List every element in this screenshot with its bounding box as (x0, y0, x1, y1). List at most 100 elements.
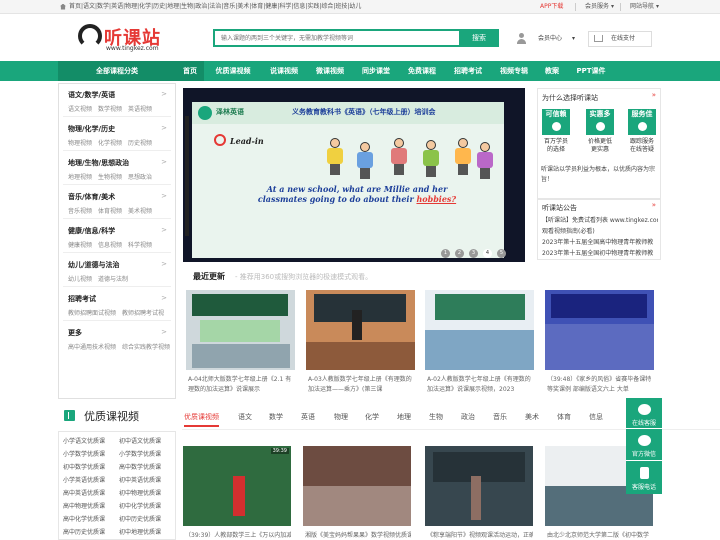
list-item[interactable]: 初中物理优质课 (119, 488, 161, 497)
online-service-button[interactable]: 在线客服 (626, 398, 662, 428)
nav-home[interactable]: 首页 (176, 61, 204, 81)
list-item[interactable]: 初中英语优质课 (119, 475, 161, 484)
feature-badge: 可信赖 (542, 109, 570, 135)
video-caption[interactable]: 湘版《美宝妈妈帮果果》数学视频优质课 (305, 530, 411, 539)
phone-button[interactable]: 客服电话 (626, 460, 662, 494)
chevron-right-icon: > (161, 158, 167, 166)
video-caption[interactable]: A-04北师大版数学七年级上册《2.1 有理数的加法运算》说课展示 (188, 375, 295, 395)
quality-section: 优质课视频 优质课视频 语文 数学 英语 物理 化学 地理 生物 政治 音乐 美… (58, 404, 720, 540)
video-caption[interactable]: （39:39）人教部数学三上《万以内加减 (185, 530, 291, 539)
member-center-label: 会员中心 (538, 35, 563, 42)
more-arrow-icon[interactable]: » (652, 201, 656, 209)
tab-physics[interactable]: 物理 (334, 412, 348, 422)
chevron-right-icon: > (161, 226, 167, 234)
list-item[interactable]: 高中历史优质课 (63, 527, 105, 536)
video-card[interactable]: （39:48）《家乡的风俗》省赛毕备课特等奖课例 部编版语文六上 大单 (545, 290, 654, 408)
tab-it[interactable]: 信息 (589, 412, 603, 422)
tab-quality[interactable]: 优质课视频 (184, 412, 219, 427)
video-thumbnail[interactable] (303, 446, 411, 526)
search-button[interactable]: 搜索 (459, 30, 499, 46)
nav-recruit-exam[interactable]: 招聘考试 (448, 61, 488, 81)
list-item[interactable]: 小学语文优质课 (63, 436, 105, 445)
all-categories-button[interactable]: 全部课程分类 (58, 61, 176, 81)
app-download-link[interactable]: APP下载 (540, 0, 563, 14)
student-figure (386, 138, 412, 176)
carousel-dot[interactable]: 3 (469, 249, 478, 258)
list-item[interactable]: 小学数学优质课 (119, 449, 161, 458)
video-thumbnail[interactable] (306, 290, 415, 370)
video-card[interactable]: A-04北师大版数学七年级上册《2.1 有理数的加法运算》说课展示 (186, 290, 295, 408)
notice-item[interactable]: 2023年第十五届全国高中物理青年教师教 (542, 237, 658, 246)
tab-music[interactable]: 音乐 (493, 412, 507, 422)
carousel-dot[interactable]: 2 (455, 249, 464, 258)
list-item[interactable]: 高中数学优质课 (119, 462, 161, 471)
video-thumbnail[interactable] (425, 290, 534, 370)
video-caption[interactable]: A-03人教版数学七年级上册《有理数的加法运算——乘方》(第三课 (308, 375, 415, 395)
carousel-dot[interactable]: 4 (483, 249, 492, 258)
list-item[interactable]: 初中历史优质课 (119, 514, 161, 523)
divider (63, 252, 171, 253)
tab-math[interactable]: 数学 (269, 412, 283, 422)
nav-micro-videos[interactable]: 微课视频 (310, 61, 350, 81)
notice-item[interactable]: 2023年第十五届全国初中物理青年教师教 (542, 248, 658, 257)
list-item[interactable]: 小学数学优质课 (63, 449, 105, 458)
recent-subtitle: - 推荐用360或搜狗浏览器的极速模式观看。 (235, 273, 373, 281)
notice-item[interactable]: 【听课站】免费试看列表 www.tingkez.com (542, 215, 658, 224)
nav-free-courses[interactable]: 免费课程 (402, 61, 442, 81)
nav-ppt[interactable]: PPT课件 (572, 61, 610, 81)
tab-geography[interactable]: 地理 (397, 412, 411, 422)
video-thumbnail[interactable]: 39:39 (183, 446, 291, 526)
chevron-right-icon: > (161, 260, 167, 268)
list-item[interactable]: 初中地理优质课 (119, 527, 161, 536)
banner-carousel[interactable]: 泽林英语 义务教育教科书《英语》（七年级上册）培训会 Lead-in At a … (183, 88, 525, 262)
video-caption[interactable]: 《粽享端阳节》视频观课活动运动，正确 (427, 530, 533, 539)
video-thumbnail[interactable] (186, 290, 295, 370)
nav-video-albums[interactable]: 视频专辑 (494, 61, 534, 81)
why-choose-box: 为什么选择听课站 » 可信赖 实惠多 服务佳 百万学员 的选择 价格更低 更实惠 跟… (537, 88, 661, 200)
search-input[interactable] (215, 31, 459, 45)
tab-pe[interactable]: 体育 (557, 412, 571, 422)
nav-sync-class[interactable]: 同步课堂 (356, 61, 396, 81)
member-service-link[interactable]: 会员服务 ▾ (585, 0, 614, 14)
nav-quality-videos[interactable]: 优质课视频 (208, 61, 258, 81)
tab-english[interactable]: 英语 (301, 412, 315, 422)
tab-art[interactable]: 美术 (525, 412, 539, 422)
top-links-text[interactable]: 首页|语文|数学|英语|物理|化学|历史|地理|生物|政治|法治|音乐|美术|体… (69, 3, 361, 10)
online-pay-button[interactable]: 在线支付 (588, 31, 652, 47)
list-item[interactable]: 高中英语优质课 (63, 488, 105, 497)
video-caption[interactable]: 由北少北京师范大学第二版《初中数学 (547, 530, 653, 539)
notice-item[interactable]: 观看视频指南(必看) (542, 226, 658, 235)
tab-chemistry[interactable]: 化学 (365, 412, 379, 422)
divider (63, 286, 171, 287)
list-item[interactable]: 小学英语优质课 (63, 475, 105, 484)
list-item[interactable]: 初中语文优质课 (119, 436, 161, 445)
video-card[interactable]: A-03人教版数学七年级上册《有理数的加法运算——乘方》(第三课 (306, 290, 415, 408)
video-caption[interactable]: （39:48）《家乡的风俗》省赛毕备课特等奖课例 部编版语文六上 大单 (547, 375, 654, 395)
video-caption[interactable]: A-02人教版数学七年级上册《有理数的加法运算》说课展示视频，2023 (427, 375, 534, 395)
notice-box: 听课站公告 » 【听课站】免费试看列表 www.tingkez.com 观看视频… (537, 198, 661, 260)
video-card[interactable]: A-02人教版数学七年级上册《有理数的加法运算》说课展示视频，2023 (425, 290, 534, 408)
logo[interactable]: 听课站 www.tingkez.com (78, 24, 178, 54)
tab-politics[interactable]: 政治 (461, 412, 475, 422)
chevron-down-icon: ▾ (572, 35, 576, 42)
carousel-dot[interactable]: 1 (441, 249, 450, 258)
list-item[interactable]: 高中物理优质课 (63, 501, 105, 510)
more-arrow-icon[interactable]: » (652, 91, 656, 99)
slide-title: 义务教育教科书《英语》（七年级上册）培训会 (292, 108, 436, 116)
tab-chinese[interactable]: 语文 (238, 412, 252, 422)
tab-biology[interactable]: 生物 (429, 412, 443, 422)
list-item[interactable]: 高中化学优质课 (63, 514, 105, 523)
nav-lecture-videos[interactable]: 说课视频 (264, 61, 304, 81)
students (303, 486, 411, 526)
carousel-dot[interactable]: 5 (497, 249, 506, 258)
top-links[interactable]: 首页|语文|数学|英语|物理|化学|历史|地理|生物|政治|法治|音乐|美术|体… (60, 0, 361, 14)
video-thumbnail[interactable] (425, 446, 533, 526)
member-center-button[interactable]: 会员中心 ▾ (516, 31, 580, 47)
video-side-bar (185, 116, 189, 236)
nav-lesson-plans[interactable]: 教案 (538, 61, 566, 81)
site-nav-link[interactable]: 网站导航 ▾ (630, 0, 659, 14)
list-item[interactable]: 初中数学优质课 (63, 462, 105, 471)
wechat-button[interactable]: 官方微信 (626, 428, 662, 460)
video-thumbnail[interactable] (545, 290, 654, 370)
list-item[interactable]: 初中化学优质课 (119, 501, 161, 510)
